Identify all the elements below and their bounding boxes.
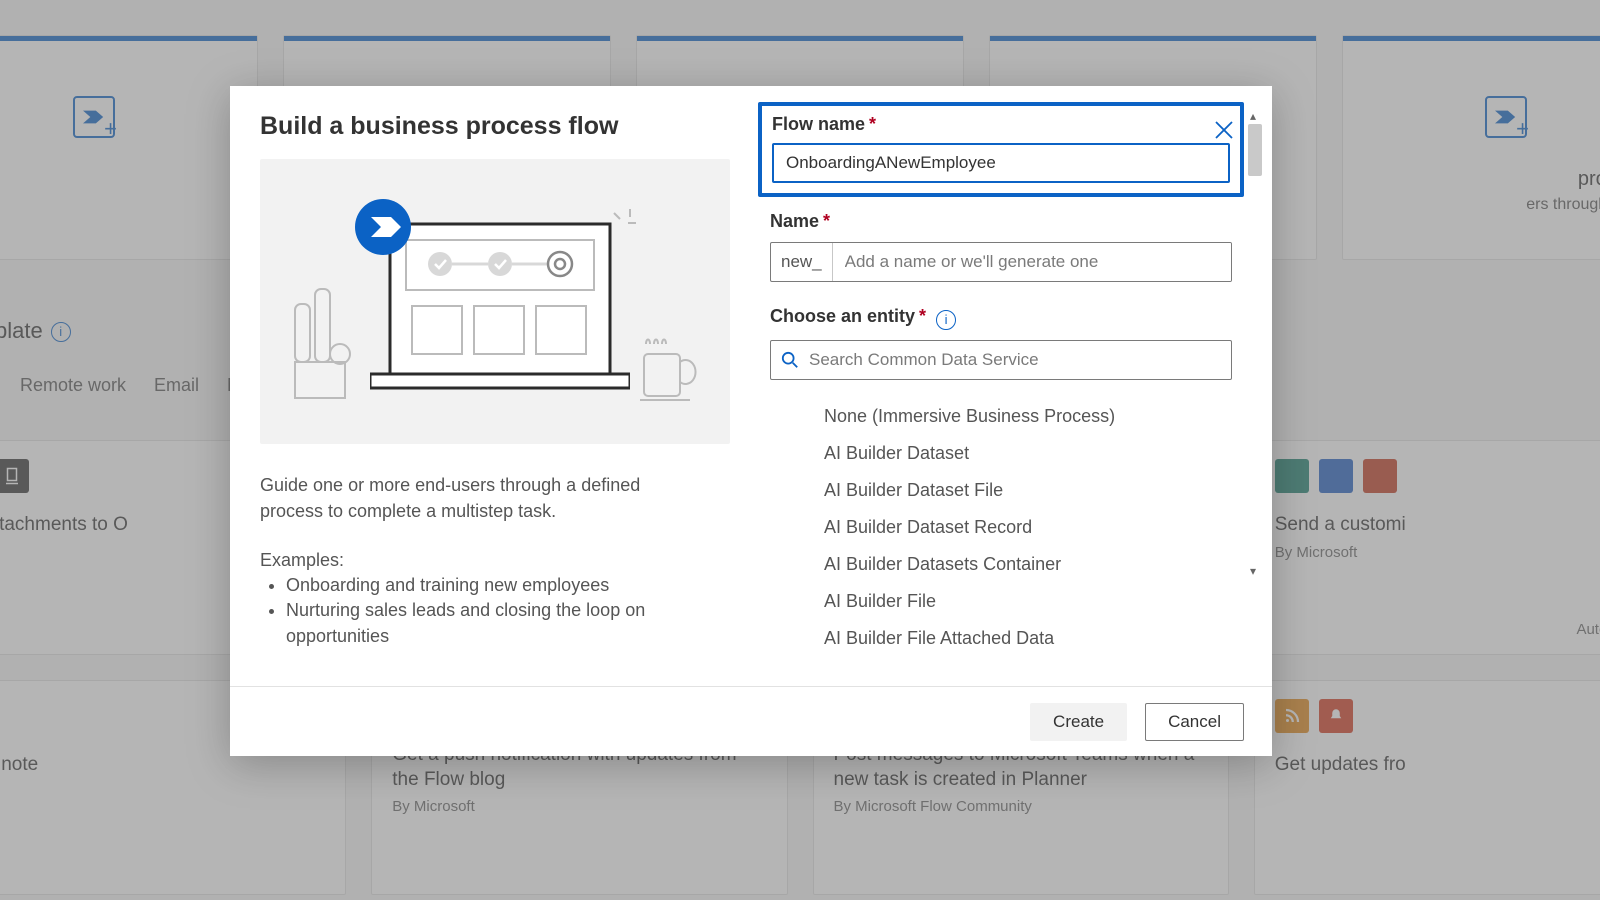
flow-name-label: Flow name* xyxy=(772,114,1230,135)
entity-option[interactable]: AI Builder Dataset File xyxy=(770,472,1232,509)
dialog-title: Build a business process flow xyxy=(260,112,730,141)
info-icon[interactable]: i xyxy=(936,310,956,330)
entity-option[interactable]: AI Builder File Attached Data xyxy=(770,620,1232,657)
form-scrollbar[interactable]: ▴ ▾ xyxy=(1246,112,1266,686)
example-item: Onboarding and training new employees xyxy=(286,573,730,598)
entity-option[interactable]: None (Immersive Business Process) xyxy=(770,398,1232,435)
examples-list: Onboarding and training new employees Nu… xyxy=(260,573,730,649)
entity-list: None (Immersive Business Process) AI Bui… xyxy=(770,398,1232,657)
name-input[interactable] xyxy=(833,243,1231,281)
name-input-group: new_ xyxy=(770,242,1232,282)
dialog-description: Guide one or more end-users through a de… xyxy=(260,472,700,524)
flow-name-input[interactable] xyxy=(772,143,1230,183)
entity-option[interactable]: AI Builder Dataset Record xyxy=(770,509,1232,546)
scrollbar-thumb[interactable] xyxy=(1248,124,1262,176)
entity-label: Choose an entity*i xyxy=(770,306,1232,330)
entity-search[interactable] xyxy=(770,340,1232,380)
entity-search-input[interactable] xyxy=(809,350,1221,370)
scroll-up-icon: ▴ xyxy=(1250,109,1256,123)
cancel-button[interactable]: Cancel xyxy=(1145,703,1244,741)
dialog-illustration xyxy=(260,159,730,444)
example-item: Nurturing sales leads and closing the lo… xyxy=(286,598,730,648)
name-label: Name* xyxy=(770,211,1232,232)
create-button[interactable]: Create xyxy=(1030,703,1127,741)
flow-name-highlight: Flow name* xyxy=(758,102,1244,197)
entity-option[interactable]: AI Builder Dataset xyxy=(770,435,1232,472)
build-bpf-dialog: Build a business process flow xyxy=(230,86,1272,756)
scroll-down-icon: ▾ xyxy=(1250,564,1256,578)
name-prefix: new_ xyxy=(771,243,833,281)
examples-heading: Examples: xyxy=(260,550,730,571)
entity-option[interactable]: AI Builder File xyxy=(770,583,1232,620)
entity-option[interactable]: AI Builder Datasets Container xyxy=(770,546,1232,583)
dialog-footer: Create Cancel xyxy=(230,686,1272,756)
search-icon xyxy=(781,351,799,369)
